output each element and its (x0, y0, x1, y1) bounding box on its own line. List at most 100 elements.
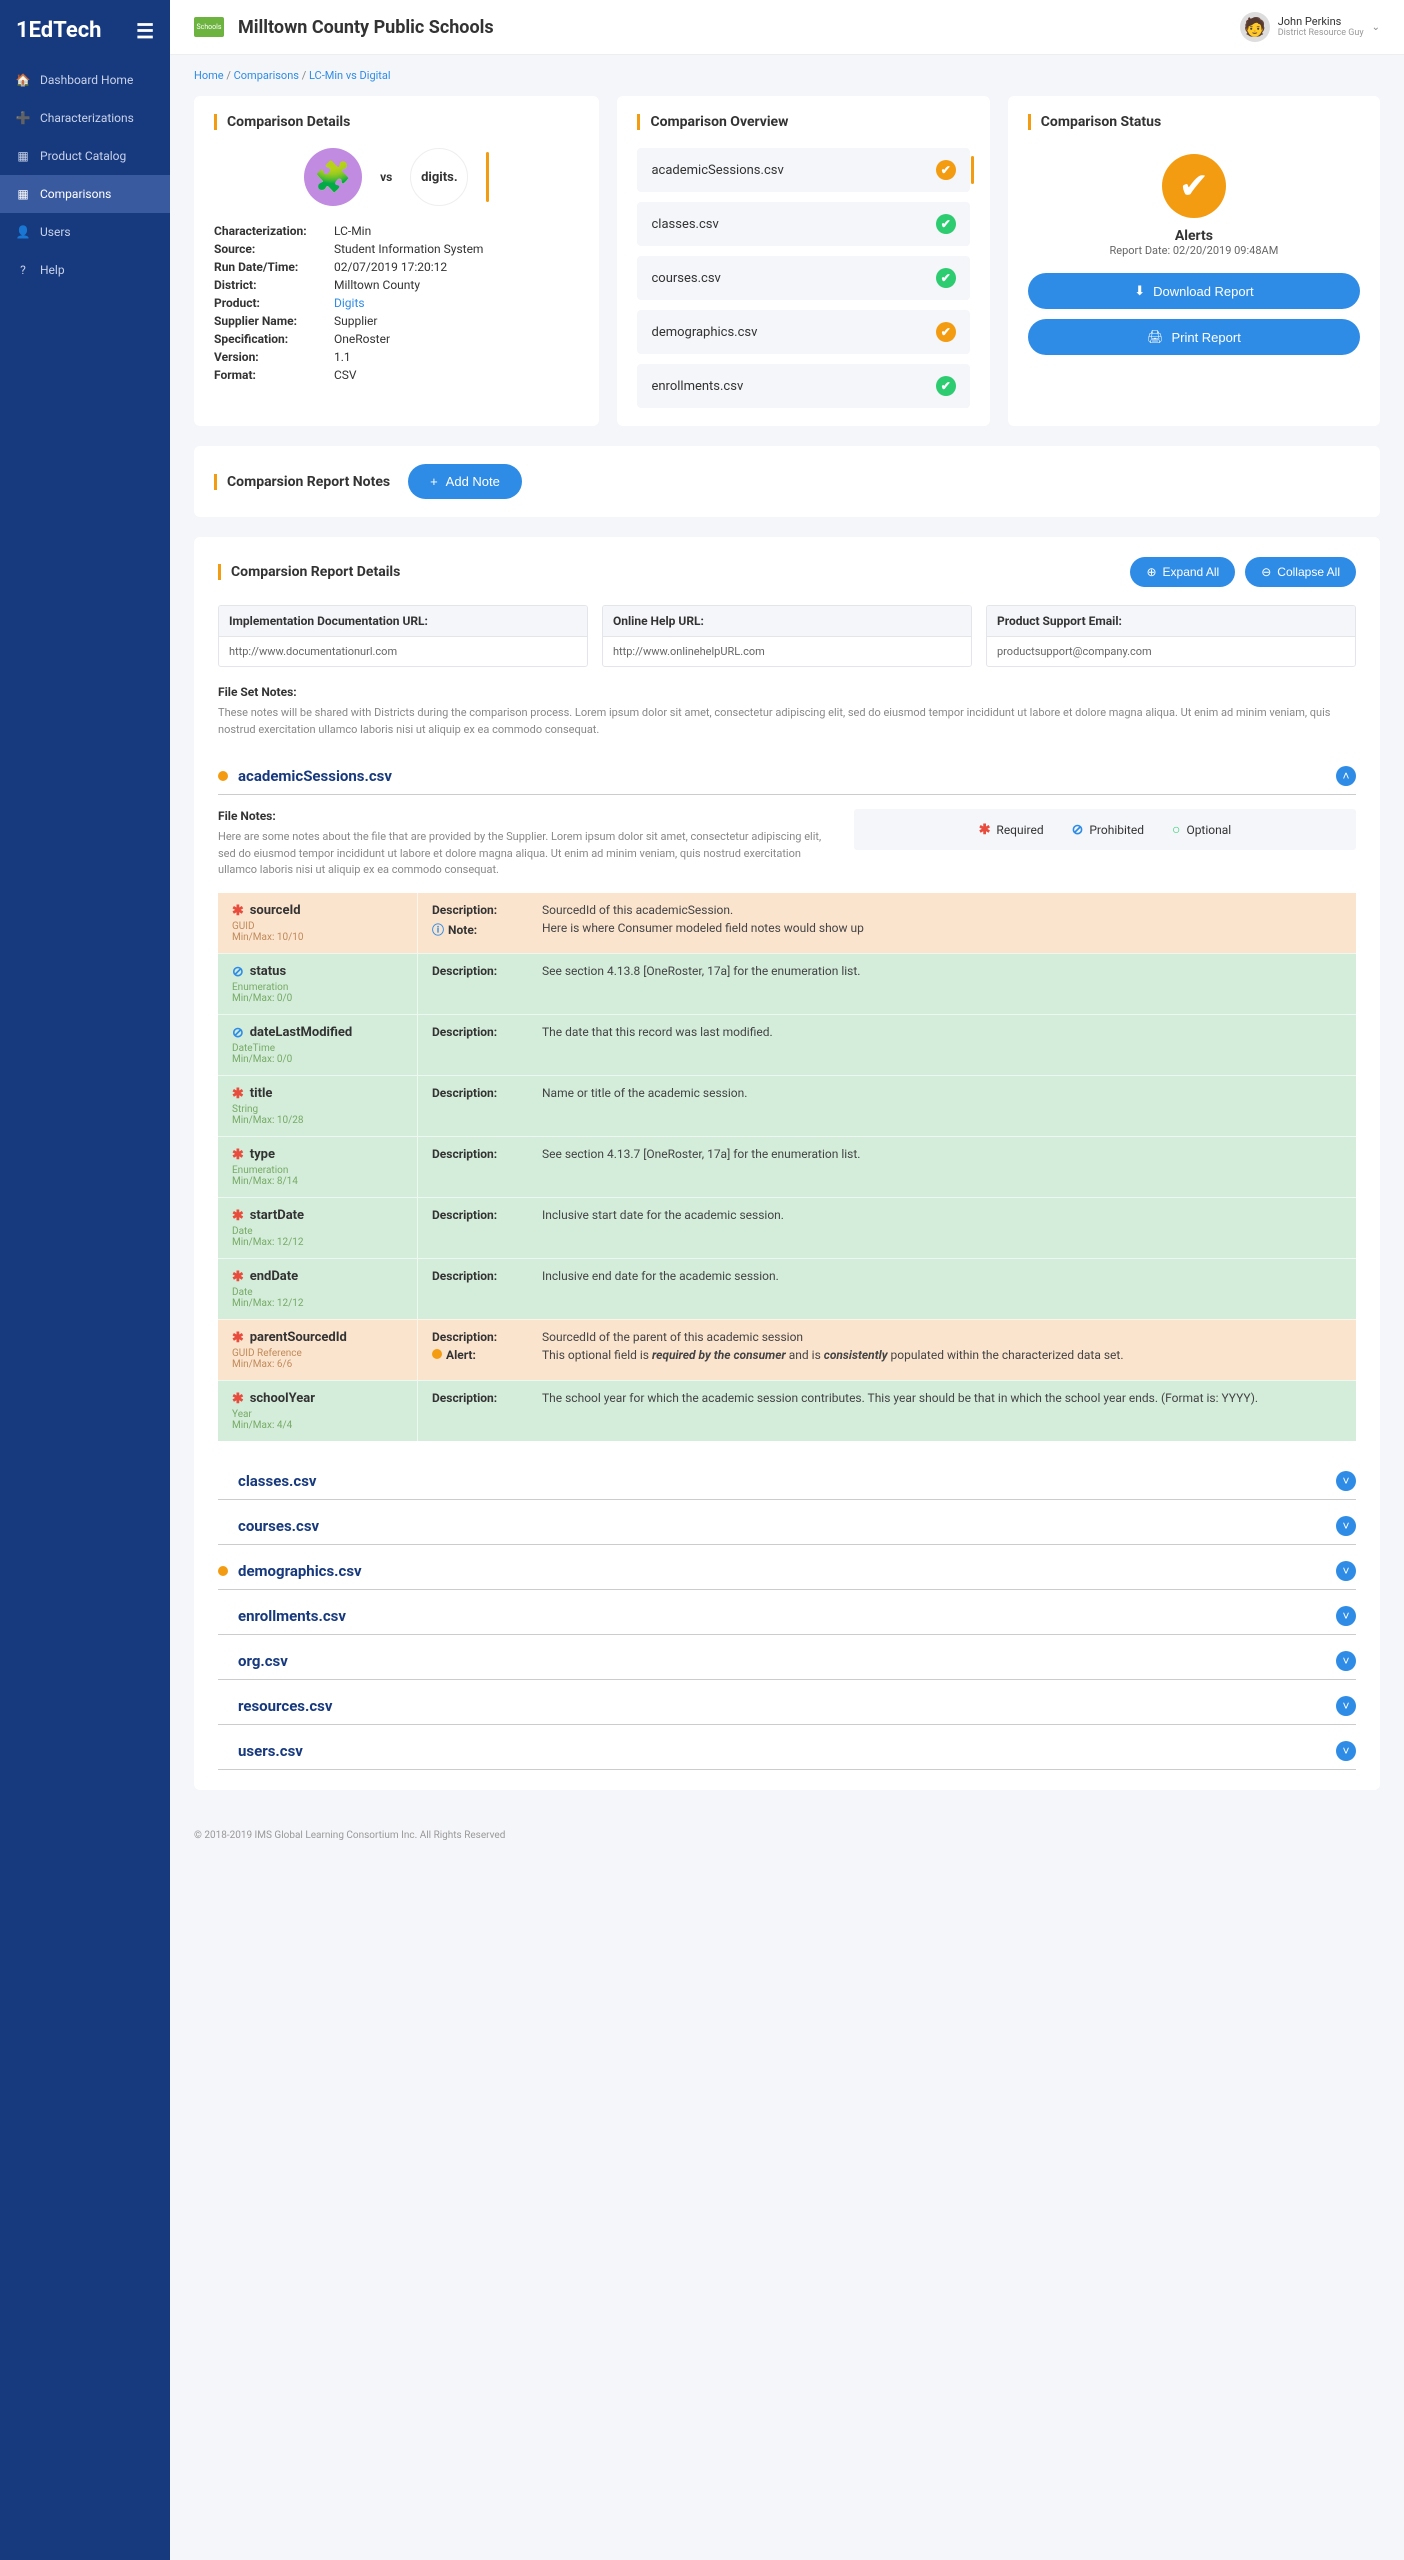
overview-item-name: demographics.csv (651, 325, 757, 340)
nav-icon: 👤 (16, 225, 30, 239)
print-report-button[interactable]: 🖨Print Report (1028, 319, 1360, 355)
product-link[interactable]: Digits (334, 296, 365, 310)
field-type: Date (232, 1287, 403, 1298)
alert-dot-icon (218, 1566, 228, 1576)
field-symbol-icon: ✱ (232, 1086, 244, 1102)
sidebar: 1EdTech ☰ 🏠Dashboard Home➕Characterizati… (0, 0, 170, 2560)
file-set-notes-text: These notes will be shared with District… (218, 705, 1356, 738)
card-report-notes: Comparsion Report Notes +Add Note (194, 446, 1380, 517)
download-report-button[interactable]: ⬇Download Report (1028, 273, 1360, 309)
field-name: sourceId (250, 903, 301, 918)
alert-dot-icon (218, 771, 228, 781)
expand-all-button[interactable]: ⊕Expand All (1130, 557, 1235, 587)
field-desc: See section 4.13.8 [OneRoster, 17a] for … (528, 954, 1356, 1014)
sidebar-item-label: Users (40, 225, 71, 239)
breadcrumb-comparisons[interactable]: Comparisons (234, 69, 299, 82)
field-minmax: Min/Max: 4/4 (232, 1420, 403, 1431)
sidebar-item-product-catalog[interactable]: ▦Product Catalog (0, 137, 170, 175)
field-name: endDate (250, 1269, 298, 1284)
file-section-enrollments-csv[interactable]: enrollments.csv ˅ (218, 1598, 1356, 1635)
field-desc: SourcedId of this academicSession.Here i… (528, 893, 1356, 953)
brand-text: 1EdTech (16, 18, 101, 43)
field-row: ✱title String Min/Max: 10/28 Description… (218, 1075, 1356, 1136)
overview-item-name: academicSessions.csv (651, 163, 783, 178)
file-section-classes-csv[interactable]: classes.csv ˅ (218, 1463, 1356, 1500)
field-row: ✱schoolYear Year Min/Max: 4/4 Descriptio… (218, 1380, 1356, 1441)
field-row: ✱endDate Date Min/Max: 12/12 Description… (218, 1258, 1356, 1319)
prohibited-icon: ⊘ (1072, 822, 1084, 838)
collapse-all-button[interactable]: ⊖Collapse All (1245, 557, 1356, 587)
overview-item[interactable]: enrollments.csv✔ (637, 364, 969, 408)
chevron-down-icon: ˅ (1336, 1696, 1356, 1716)
field-row: ✱startDate Date Min/Max: 12/12 Descripti… (218, 1197, 1356, 1258)
field-desc: The date that this record was last modif… (528, 1015, 1356, 1075)
field-row: ⊘dateLastModified DateTime Min/Max: 0/0 … (218, 1014, 1356, 1075)
field-name: title (250, 1086, 273, 1101)
file-body-academic-sessions: File Notes: Here are some notes about th… (218, 795, 1356, 1455)
help-url-box: Online Help URL: http://www.onlinehelpUR… (602, 605, 972, 667)
check-icon: ✔ (936, 268, 956, 288)
file-section-name: users.csv (238, 1742, 1326, 1760)
overview-list: academicSessions.csv✔classes.csv✔courses… (637, 148, 969, 408)
field-desc: Inclusive start date for the academic se… (528, 1198, 1356, 1258)
file-section-demographics-csv[interactable]: demographics.csv ˅ (218, 1553, 1356, 1590)
field-name: schoolYear (250, 1391, 315, 1406)
check-icon: ✔ (936, 214, 956, 234)
sidebar-item-label: Characterizations (40, 111, 134, 125)
overview-item[interactable]: demographics.csv✔ (637, 310, 969, 354)
field-minmax: Min/Max: 0/0 (232, 993, 403, 1004)
vs-label: vs (380, 170, 392, 184)
info-icon: ⓘ (432, 923, 444, 937)
file-section-academic-sessions[interactable]: academicSessions.csv ˄ (218, 758, 1356, 795)
status-bar-icon (486, 152, 489, 202)
file-section-name: org.csv (238, 1652, 1326, 1670)
sidebar-item-help[interactable]: ?Help (0, 251, 170, 289)
topbar: Schools Milltown County Public Schools 🧑… (170, 0, 1404, 55)
user-menu[interactable]: 🧑 John Perkins District Resource Guy ⌄ (1240, 12, 1380, 42)
overview-item[interactable]: academicSessions.csv ✔ (637, 148, 969, 192)
sidebar-item-users[interactable]: 👤 Users (0, 213, 170, 251)
field-desc-label: Description: (418, 1198, 528, 1258)
field-minmax: Min/Max: 0/0 (232, 1054, 403, 1065)
content: Home / Comparisons / LC-Min vs Digital C… (170, 55, 1404, 1881)
file-section-users-csv[interactable]: users.csv ˅ (218, 1733, 1356, 1770)
alert-dot-icon (432, 1349, 442, 1359)
overview-item[interactable]: courses.csv✔ (637, 256, 969, 300)
sidebar-item-label: Comparisons (40, 187, 111, 201)
nav-icon: ▦ (16, 149, 30, 163)
status-date: Report Date: 02/20/2019 09:48AM (1028, 244, 1360, 257)
file-section-resources-csv[interactable]: resources.csv ˅ (218, 1688, 1356, 1725)
field-minmax: Min/Max: 10/10 (232, 932, 403, 943)
sidebar-item-dashboard-home[interactable]: 🏠Dashboard Home (0, 61, 170, 99)
hamburger-icon[interactable]: ☰ (136, 19, 154, 43)
sidebar-item-comparisons[interactable]: ▦ Comparisons (0, 175, 170, 213)
field-desc-label: Description:Alert: (418, 1320, 528, 1380)
file-section-courses-csv[interactable]: courses.csv ˅ (218, 1508, 1356, 1545)
sidebar-nav: 🏠Dashboard Home➕Characterizations▦Produc… (0, 61, 170, 289)
field-minmax: Min/Max: 6/6 (232, 1359, 403, 1370)
card-title: Comparsion Report Notes (214, 474, 390, 490)
optional-icon: ○ (1172, 821, 1180, 838)
download-icon: ⬇ (1134, 283, 1145, 299)
nav-icon: ▦ (16, 187, 30, 201)
nav-icon: ? (16, 263, 30, 277)
breadcrumb-home[interactable]: Home (194, 69, 224, 82)
add-note-button[interactable]: +Add Note (408, 464, 522, 499)
file-section-name: enrollments.csv (238, 1607, 1326, 1625)
field-desc-label: Description: (418, 1076, 528, 1136)
breadcrumb: Home / Comparisons / LC-Min vs Digital (194, 69, 1380, 82)
chevron-down-icon: ˅ (1336, 1471, 1356, 1491)
overview-item[interactable]: classes.csv✔ (637, 202, 969, 246)
field-type: GUID (232, 921, 403, 932)
field-symbol-icon: ✱ (232, 1147, 244, 1163)
file-section-name: demographics.csv (238, 1562, 1326, 1580)
source-logo-icon: 🧩 (304, 148, 362, 206)
field-type: Date (232, 1226, 403, 1237)
chevron-down-icon: ˅ (1336, 1561, 1356, 1581)
file-section-org-csv[interactable]: org.csv ˅ (218, 1643, 1356, 1680)
sidebar-item-characterizations[interactable]: ➕Characterizations (0, 99, 170, 137)
footer: © 2018-2019 IMS Global Learning Consorti… (194, 1790, 1380, 1841)
school-logo-icon: Schools (194, 17, 224, 37)
warning-icon: ✔ (936, 160, 956, 180)
field-minmax: Min/Max: 12/12 (232, 1298, 403, 1309)
